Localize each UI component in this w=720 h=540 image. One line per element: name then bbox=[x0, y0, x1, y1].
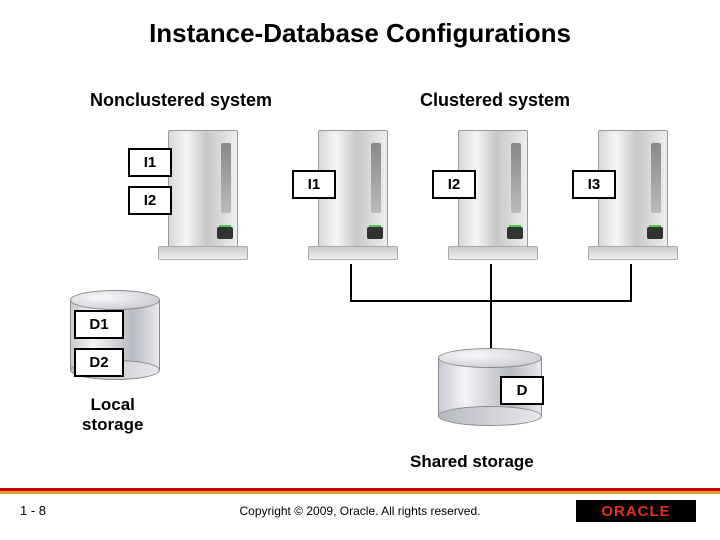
server-base-icon bbox=[448, 246, 538, 260]
database-label-d: D bbox=[500, 376, 544, 405]
connector-line bbox=[350, 264, 352, 300]
cylinder-top-icon bbox=[70, 290, 160, 310]
oracle-logo-text: ORACLE bbox=[601, 503, 670, 520]
connector-line bbox=[490, 264, 492, 300]
connector-line bbox=[630, 264, 632, 300]
instance-label-c2: I2 bbox=[432, 170, 476, 199]
instance-label-c1: I1 bbox=[292, 170, 336, 199]
oracle-logo: ORACLE bbox=[576, 500, 696, 522]
divider-gold-icon bbox=[0, 491, 720, 494]
cylinder-bottom-icon bbox=[438, 406, 542, 426]
instance-label-i2: I2 bbox=[128, 186, 172, 215]
slide-title: Instance-Database Configurations bbox=[0, 0, 720, 49]
nonclustered-heading: Nonclustered system bbox=[90, 90, 272, 111]
server-base-icon bbox=[158, 246, 248, 260]
cylinder-top-icon bbox=[438, 348, 542, 368]
diagram-area: Nonclustered system Clustered system I1 … bbox=[0, 70, 720, 470]
database-label-d2: D2 bbox=[74, 348, 124, 377]
connector-drop bbox=[490, 300, 492, 350]
shared-storage-label: Shared storage bbox=[410, 452, 534, 472]
slide: Instance-Database Configurations Nonclus… bbox=[0, 0, 720, 540]
instance-label-i1: I1 bbox=[128, 148, 172, 177]
clustered-heading: Clustered system bbox=[420, 90, 570, 111]
local-storage-label: Local storage bbox=[82, 395, 143, 436]
server-base-icon bbox=[588, 246, 678, 260]
instance-label-c3: I3 bbox=[572, 170, 616, 199]
database-label-d1: D1 bbox=[74, 310, 124, 339]
footer-divider bbox=[0, 488, 720, 494]
server-tower-icon bbox=[168, 130, 238, 248]
server-base-icon bbox=[308, 246, 398, 260]
